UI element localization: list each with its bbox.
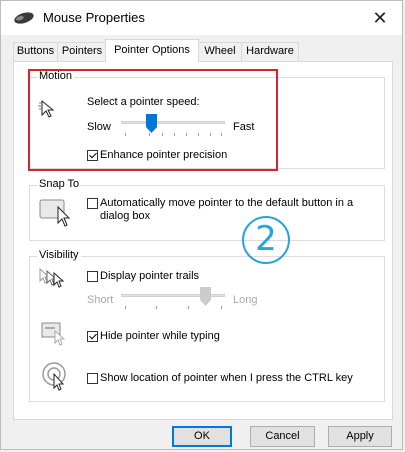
pointer-speed-label: Select a pointer speed: <box>87 96 200 108</box>
mouse-properties-window: Mouse Properties ✕ Buttons Pointers Poin… <box>0 0 403 450</box>
pointer-trails-icon <box>39 267 65 288</box>
cancel-button[interactable]: Cancel <box>250 426 315 447</box>
snap-to-group: Snap To <box>29 178 385 241</box>
show-location-checkbox[interactable] <box>87 373 98 384</box>
slider-tick <box>221 133 222 136</box>
step-number-badge: 2 <box>242 216 290 264</box>
close-icon: ✕ <box>372 7 388 28</box>
slider-tick <box>162 133 163 136</box>
mouse-icon <box>14 12 34 24</box>
short-label: Short <box>87 294 114 306</box>
slider-tick <box>188 306 189 309</box>
slider-tick <box>198 133 199 136</box>
hide-pointer-checkbox[interactable] <box>87 331 98 342</box>
window-title: Mouse Properties <box>43 10 145 25</box>
fast-label: Fast <box>233 121 255 133</box>
snap-to-group-label: Snap To <box>37 178 82 190</box>
enhance-precision-checkbox[interactable] <box>87 150 98 161</box>
pointer-speed-icon <box>38 99 55 118</box>
pointer-trails-checkbox[interactable] <box>87 271 98 282</box>
motion-group-label: Motion <box>37 70 75 82</box>
slider-tick <box>125 133 126 136</box>
slider-tick <box>221 306 222 309</box>
show-location-icon <box>42 362 66 391</box>
pointer-trails-label: Display pointer trails <box>100 270 200 282</box>
slider-tick <box>156 306 157 309</box>
snap-to-label-line2: dialog box <box>100 210 151 222</box>
tab-pointers[interactable]: Pointers <box>57 42 107 61</box>
snap-to-checkbox[interactable] <box>87 198 98 209</box>
visibility-group-label: Visibility <box>37 249 81 261</box>
pointer-trails-slider[interactable] <box>121 287 225 313</box>
hide-pointer-icon <box>41 322 66 346</box>
snap-to-icon <box>39 199 71 227</box>
long-label: Long <box>233 294 258 306</box>
tab-buttons[interactable]: Buttons <box>13 42 58 61</box>
hide-pointer-label: Hide pointer while typing <box>100 330 220 342</box>
pointer-speed-thumb[interactable] <box>146 114 157 133</box>
slow-label: Slow <box>87 121 111 133</box>
apply-button[interactable]: Apply <box>328 426 392 447</box>
close-button[interactable]: ✕ <box>358 1 402 35</box>
slider-tick <box>186 133 187 136</box>
ok-button[interactable]: OK <box>172 426 232 447</box>
slider-tick <box>174 133 175 136</box>
tab-pointer-options[interactable]: Pointer Options <box>105 39 199 62</box>
pointer-trails-thumb[interactable] <box>200 287 211 306</box>
title-bar: Mouse Properties ✕ <box>1 1 402 35</box>
tab-hardware[interactable]: Hardware <box>241 42 299 61</box>
pointer-speed-track[interactable] <box>121 121 225 124</box>
pointer-speed-slider[interactable] <box>121 114 225 140</box>
tab-wheel[interactable]: Wheel <box>198 42 242 61</box>
slider-tick <box>149 133 150 136</box>
slider-tick <box>210 133 211 136</box>
snap-to-label-line1: Automatically move pointer to the defaul… <box>100 197 354 209</box>
show-location-label: Show location of pointer when I press th… <box>100 372 353 384</box>
enhance-precision-label: Enhance pointer precision <box>100 149 228 161</box>
slider-tick <box>125 306 126 309</box>
